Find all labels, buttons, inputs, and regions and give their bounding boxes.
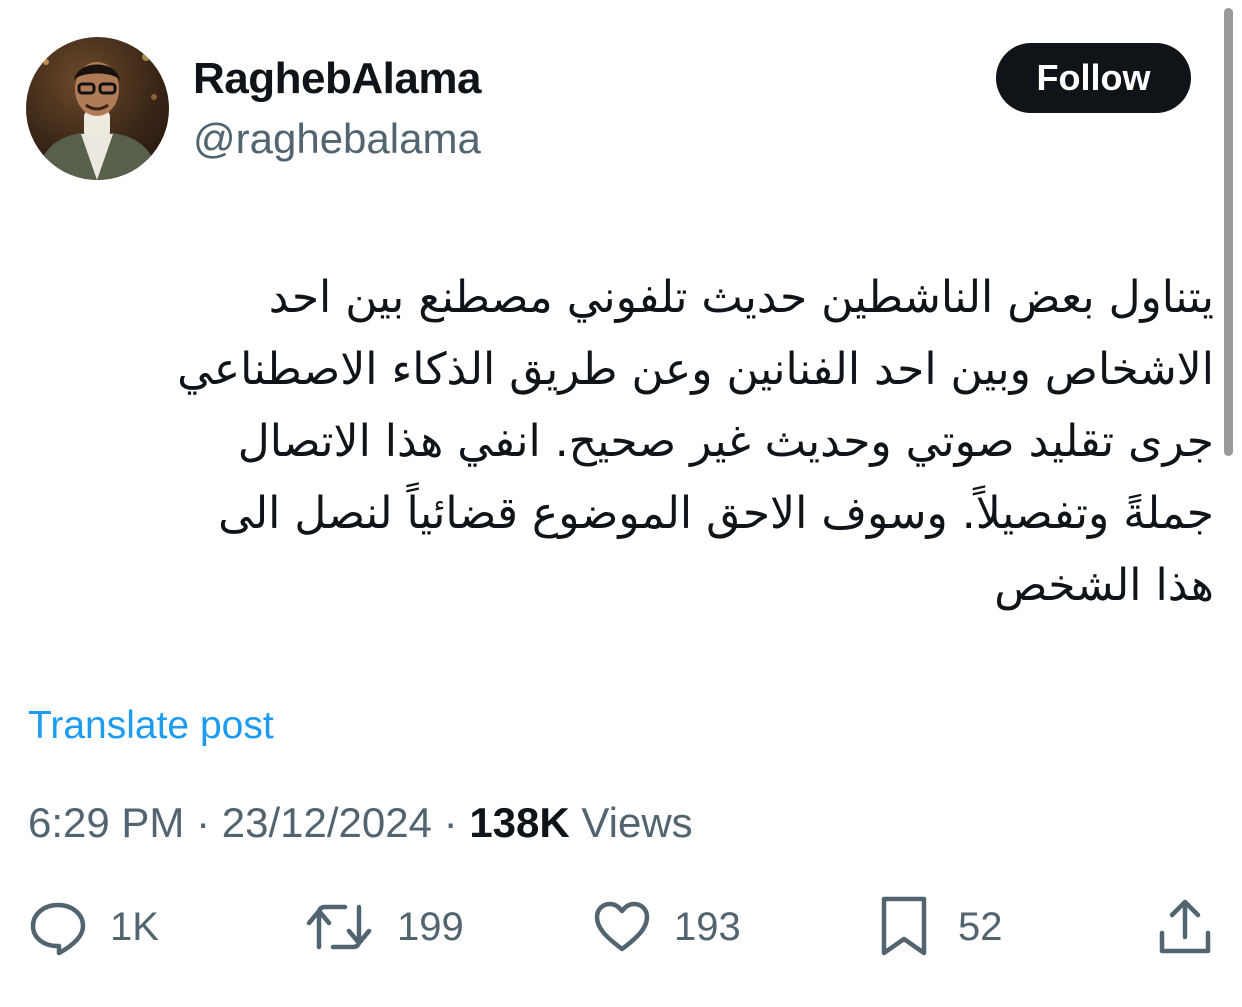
like-button[interactable]: 193: [592, 895, 741, 959]
views-count: 138K: [469, 799, 570, 846]
bookmark-button[interactable]: 52: [878, 895, 1003, 959]
reply-icon: [28, 897, 88, 957]
share-icon: [1156, 897, 1214, 957]
follow-button[interactable]: Follow: [996, 43, 1191, 113]
bookmark-count: 52: [958, 904, 1003, 949]
scrollbar[interactable]: [1224, 8, 1233, 456]
tweet-time[interactable]: 6:29 PM: [28, 799, 184, 846]
author-handle[interactable]: @raghebalama: [193, 115, 481, 163]
avatar[interactable]: [26, 37, 169, 180]
share-button[interactable]: [1156, 895, 1214, 959]
repost-count: 199: [397, 904, 464, 949]
tweet-date[interactable]: 23/12/2024: [222, 799, 432, 846]
tweet-meta: 6:29 PM · 23/12/2024 · 138K Views: [28, 799, 693, 847]
reply-button[interactable]: 1K: [28, 895, 159, 959]
bookmark-icon: [878, 895, 930, 959]
reply-count: 1K: [110, 904, 159, 949]
repost-icon: [305, 897, 373, 957]
views-label: Views: [581, 799, 693, 846]
meta-separator: ·: [443, 799, 458, 846]
author-display-name[interactable]: RaghebAlama: [193, 54, 481, 104]
tweet-text: يتناول بعض الناشطين حديث تلفوني مصطنع بي…: [177, 272, 1214, 611]
heart-icon: [592, 897, 652, 957]
like-count: 193: [674, 904, 741, 949]
meta-separator: ·: [196, 799, 211, 846]
translate-post-link[interactable]: Translate post: [28, 704, 274, 748]
repost-button[interactable]: 199: [305, 895, 464, 959]
